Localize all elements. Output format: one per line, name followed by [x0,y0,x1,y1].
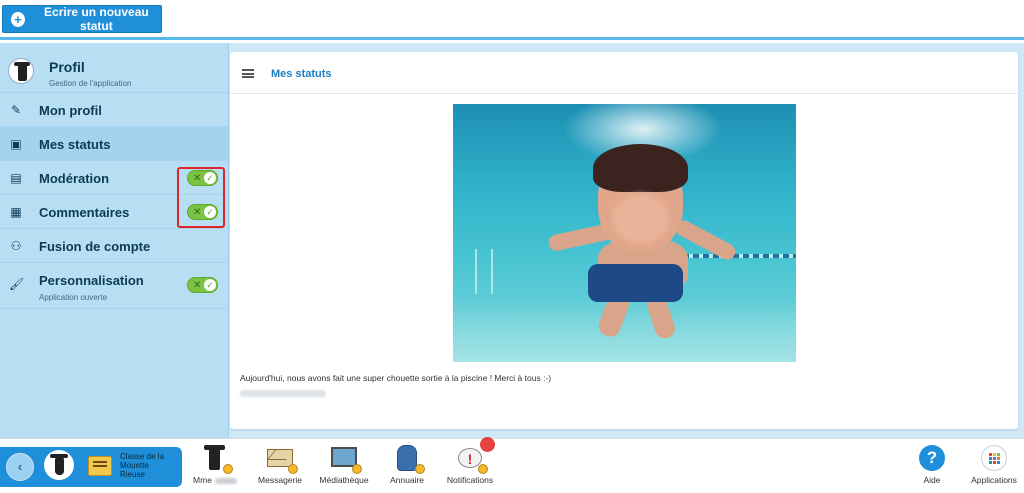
status-photo[interactable] [453,104,796,362]
class-avatar [44,450,74,480]
menu-icon[interactable] [242,69,254,78]
app-label: Mme [193,475,212,485]
chat-icon: ▤ [10,171,22,185]
help-icon: ? [917,443,947,473]
status-icon: ▣ [10,137,22,151]
envelope-icon [265,443,298,474]
class-icon [88,456,112,476]
sidebar-item-mon-profil[interactable]: ✎ Mon profil [0,93,228,127]
status-meta-blurred [240,390,326,397]
help-label: Aide [923,475,941,485]
person-icon [200,443,233,474]
apps-grid-icon [979,443,1009,473]
dock-app-messagerie[interactable]: Messagerie [255,443,305,485]
class-name: Classe de la Mouette Rieuse [120,452,165,479]
sidebar-item-label: Fusion de compte [39,239,151,254]
x-icon: ✕ [193,280,202,291]
sidebar: Profil Gestion de l'application ✎ Mon pr… [0,43,229,438]
app-label: Médiathèque [319,475,369,485]
new-status-button[interactable]: + Ecrire un nouveau statut [2,5,162,33]
highlight-box [177,167,225,228]
avatar [8,58,34,84]
dock-help[interactable]: ? Aide [916,443,948,485]
check-icon: ✓ [204,279,216,291]
notification-badge [480,437,495,452]
app-label: Notifications [446,475,494,485]
sidebar-item-label: Mon profil [39,103,102,118]
directory-icon [392,443,425,474]
sidebar-item-fusion-de-compte[interactable]: ⚇ Fusion de compte [0,229,228,263]
app-label: Messagerie [258,475,302,485]
personnalisation-toggle[interactable]: ✕ ✓ [187,277,218,293]
new-status-label: Ecrire un nouveau statut [44,5,149,33]
brush-icon: 🖌 [9,277,25,291]
dock-app-notifications[interactable]: ! Notifications [442,437,498,485]
profile-title: Profil [49,59,85,75]
sidebar-item-subtitle: Application ouverte [39,293,108,302]
panel-title: Mes statuts [271,68,332,80]
media-icon [329,443,362,474]
comment-icon: ▦ [10,205,22,219]
class-tab[interactable]: ‹ Classe de la Mouette Rieuse [0,447,182,487]
sidebar-item-label: Commentaires [39,205,130,220]
sidebar-item-personnalisation[interactable]: 🖌 Personnalisation Application ouverte ✕… [0,263,228,309]
dock-applications[interactable]: Applications [966,443,1022,485]
notification-icon: ! [455,437,495,474]
content-panel: Mes statuts Aujourd'hui, nous avons fait… [230,52,1018,429]
dock-app-mediatheque[interactable]: Médiathèque [316,443,372,485]
app-label: Annuaire [389,475,425,485]
sidebar-item-mes-statuts[interactable]: ▣ Mes statuts [0,127,228,161]
profile-subtitle: Gestion de l'application [49,79,132,88]
users-icon: ⚇ [10,239,22,253]
pencil-icon: ✎ [10,103,22,117]
sidebar-item-label: Mes statuts [39,137,111,152]
blurred-name [214,477,237,484]
sidebar-item-label: Personnalisation [39,273,144,288]
status-text: Aujourd'hui, nous avons fait une super c… [240,373,552,383]
apps-label: Applications [971,475,1017,485]
sidebar-item-label: Modération [39,171,110,186]
main-area: Profil Gestion de l'application ✎ Mon pr… [0,43,1024,438]
chevron-left-icon[interactable]: ‹ [6,453,34,481]
profile-header: Profil Gestion de l'application [0,43,228,93]
bottom-dock: ‹ Classe de la Mouette Rieuse Mme Messag… [0,437,1024,493]
top-bar: + Ecrire un nouveau statut [0,0,1024,40]
dock-app-user[interactable]: Mme [190,443,240,485]
panel-header: Mes statuts [230,52,1018,94]
dock-app-annuaire[interactable]: Annuaire [385,443,429,485]
plus-icon: + [11,11,25,27]
